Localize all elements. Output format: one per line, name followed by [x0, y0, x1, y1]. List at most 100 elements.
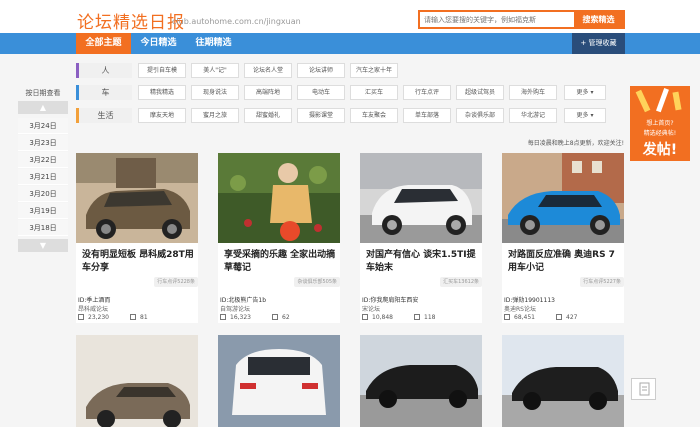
- tag[interactable]: 现身说法: [191, 85, 239, 100]
- tag[interactable]: 车友聚会: [350, 108, 398, 123]
- tag[interactable]: 行车点评: [403, 85, 451, 100]
- forum-badge[interactable]: 汇买车13612条: [440, 277, 482, 287]
- date-item[interactable]: 3月19日: [18, 203, 68, 219]
- views-stat: 23,230: [78, 314, 109, 321]
- post-image[interactable]: [360, 153, 482, 243]
- post-forum[interactable]: 昂科威论坛: [78, 304, 108, 313]
- tag[interactable]: 论坛名人堂: [244, 63, 292, 78]
- header: 论坛精选日报 club.autohome.com.cn/jingxuan 搜索精…: [0, 0, 700, 33]
- tab-today[interactable]: 今日精选: [131, 33, 186, 54]
- post-card[interactable]: 对国产有信心 谈宋1.5TI提车始末 汇买车13612条 ID:你我爬肩阳车西安…: [360, 153, 482, 323]
- views-icon: [220, 314, 226, 320]
- date-item[interactable]: 3月24日: [18, 118, 68, 134]
- tag[interactable]: 美人"记": [191, 63, 239, 78]
- post-author[interactable]: ID:北极熊广告1b: [220, 295, 266, 304]
- category-label[interactable]: 人: [79, 63, 132, 78]
- date-sidebar-title: 按日期查看: [25, 89, 61, 97]
- replies-count: 118: [424, 314, 436, 321]
- post-promo-banner[interactable]: 想上首页? 精选经典帖! 发帖!: [630, 86, 690, 161]
- replies-stat: 427: [556, 314, 577, 321]
- search-input[interactable]: [420, 12, 576, 27]
- views-count: 16,323: [230, 314, 251, 321]
- post-card[interactable]: 没有明显短板 昂科威28T用车分享 行车点评5228条 ID:季上酒而 昂科威论…: [76, 153, 198, 323]
- tag[interactable]: 杂谈俱乐部: [456, 108, 504, 123]
- tag[interactable]: 汇买车: [350, 85, 398, 100]
- date-item[interactable]: 3月23日: [18, 135, 68, 151]
- post-author[interactable]: ID:弹劾19901113: [504, 295, 555, 304]
- post-image[interactable]: [502, 153, 624, 243]
- post-stats: 23,230 81: [78, 314, 198, 323]
- tab-past[interactable]: 往期精选: [186, 33, 241, 54]
- tab-all-topics[interactable]: 全部主题: [76, 33, 131, 54]
- site-logo[interactable]: 论坛精选日报: [77, 8, 185, 33]
- tag[interactable]: 汽车之家十年: [350, 63, 398, 78]
- document-icon[interactable]: [631, 378, 656, 400]
- category-label[interactable]: 车: [79, 85, 132, 100]
- tag[interactable]: 华北游记: [509, 108, 557, 123]
- replies-stat: 118: [414, 314, 435, 321]
- manage-favorites-button[interactable]: + 管理收藏: [572, 33, 625, 54]
- forum-badge[interactable]: 行车点评5228条: [154, 277, 198, 287]
- date-item[interactable]: 3月18日: [18, 220, 68, 236]
- forum-badge[interactable]: 杂谈俱乐部505条: [294, 277, 340, 287]
- post-card[interactable]: [218, 335, 340, 427]
- comment-icon: [556, 314, 562, 320]
- more-dropdown[interactable]: 更多 ▾: [564, 85, 606, 100]
- update-notice: 每日凌晨和晚上8点更新，欢迎关注!: [527, 140, 624, 147]
- post-forum[interactable]: 奥迪RS论坛: [504, 304, 536, 313]
- date-item[interactable]: 3月21日: [18, 169, 68, 185]
- views-icon: [362, 314, 368, 320]
- post-title[interactable]: 对路面反应准确 奥迪RS 7用车小记: [508, 249, 620, 276]
- comment-icon: [272, 314, 278, 320]
- post-image[interactable]: [218, 153, 340, 243]
- post-card[interactable]: [76, 335, 198, 427]
- date-up-arrow-icon[interactable]: ▲: [18, 101, 68, 114]
- forum-badge[interactable]: 行车点评5227条: [580, 277, 624, 287]
- replies-count: 427: [566, 314, 578, 321]
- tag[interactable]: 甜蜜婚礼: [244, 108, 292, 123]
- post-forum[interactable]: 自驾游论坛: [220, 304, 250, 313]
- tag[interactable]: 精我精选: [138, 85, 186, 100]
- replies-stat: 62: [272, 314, 290, 321]
- post-author[interactable]: ID:你我爬肩阳车西安: [362, 295, 418, 304]
- post-title[interactable]: 享受采摘的乐趣 全家出动摘草莓记: [224, 249, 336, 276]
- comment-icon: [414, 314, 420, 320]
- date-item[interactable]: 3月20日: [18, 186, 68, 202]
- tag[interactable]: 摄影课堂: [297, 108, 345, 123]
- post-card[interactable]: [360, 335, 482, 427]
- views-count: 10,848: [372, 314, 393, 321]
- post-title[interactable]: 没有明显短板 昂科威28T用车分享: [82, 249, 194, 276]
- search-button[interactable]: 搜索精选: [574, 12, 623, 27]
- tag[interactable]: 海外购车: [509, 85, 557, 100]
- post-image[interactable]: [360, 335, 482, 427]
- post-image[interactable]: [76, 335, 198, 427]
- replies-stat: 81: [130, 314, 148, 321]
- post-forum[interactable]: 宋论坛: [362, 304, 380, 313]
- tag[interactable]: 论坛讲师: [297, 63, 345, 78]
- post-image[interactable]: [218, 335, 340, 427]
- views-stat: 10,848: [362, 314, 393, 321]
- date-item[interactable]: 3月22日: [18, 152, 68, 168]
- post-card[interactable]: 对路面反应准确 奥迪RS 7用车小记 行车点评5227条 ID:弹劾199011…: [502, 153, 624, 323]
- category-label[interactable]: 生活: [79, 108, 132, 123]
- tools-icon: [635, 88, 682, 113]
- tag[interactable]: 提引自车模: [138, 63, 186, 78]
- tag[interactable]: 高端阵地: [244, 85, 292, 100]
- post-card[interactable]: 享受采摘的乐趣 全家出动摘草莓记 杂谈俱乐部505条 ID:北极熊广告1b 自驾…: [218, 153, 340, 323]
- post-title[interactable]: 对国产有信心 谈宋1.5TI提车始末: [366, 249, 478, 276]
- views-count: 23,230: [88, 314, 109, 321]
- tag[interactable]: 蜜月之旅: [191, 108, 239, 123]
- date-down-arrow-icon[interactable]: ▼: [18, 239, 68, 252]
- post-image[interactable]: [76, 153, 198, 243]
- replies-count: 81: [140, 314, 148, 321]
- replies-count: 62: [282, 314, 290, 321]
- post-stats: 16,323 62: [220, 314, 340, 323]
- tag[interactable]: 超级试驾员: [456, 85, 504, 100]
- post-image[interactable]: [502, 335, 624, 427]
- post-card[interactable]: [502, 335, 624, 427]
- tag[interactable]: 电动车: [297, 85, 345, 100]
- more-dropdown[interactable]: 更多 ▾: [564, 108, 606, 123]
- tag[interactable]: 单车部落: [403, 108, 451, 123]
- post-author[interactable]: ID:季上酒而: [78, 295, 110, 304]
- tag[interactable]: 摩友天地: [138, 108, 186, 123]
